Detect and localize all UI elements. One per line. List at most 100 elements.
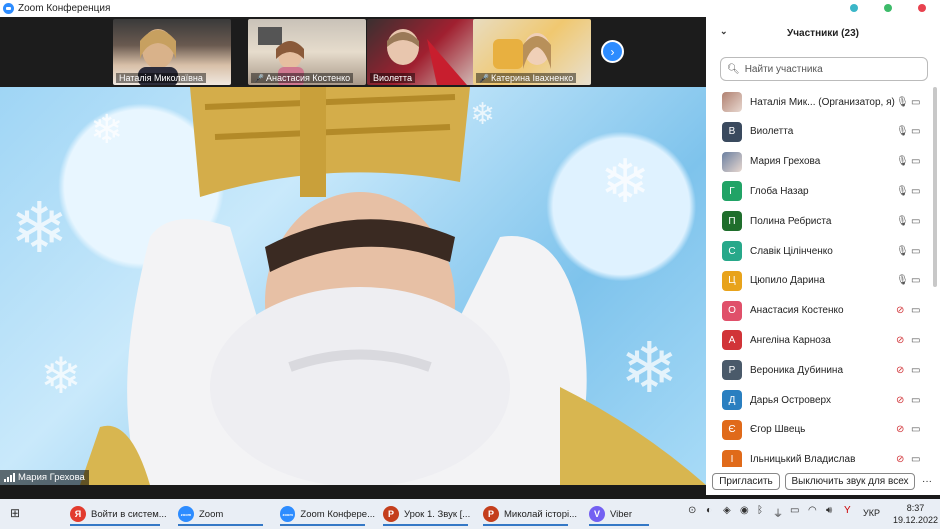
participant-name: Вероника Дубинина <box>750 364 844 376</box>
camera-icon[interactable]: ▭ <box>911 305 920 316</box>
taskbar-app-button[interactable]: zoom Zoom <box>178 502 273 526</box>
camera-icon[interactable]: ▭ <box>911 395 920 406</box>
camera-icon[interactable]: ▭ <box>911 216 920 227</box>
wifi-icon[interactable]: ◠ <box>808 505 817 516</box>
camera-icon[interactable]: ▭ <box>911 275 920 286</box>
panel-title: Участники (23) <box>787 27 859 39</box>
active-indicator <box>70 524 160 526</box>
system-tray-icon[interactable]: ◈ <box>723 505 731 516</box>
active-indicator <box>483 524 568 526</box>
more-options-button[interactable]: ··· <box>919 473 935 490</box>
mic-muted-icon: 🎤 <box>479 74 489 83</box>
bluetooth-icon[interactable]: ᛒ <box>757 505 763 516</box>
thumbnail-video[interactable]: Наталія Миколаївна <box>113 19 231 85</box>
scrollbar[interactable] <box>933 87 937 287</box>
usb-icon[interactable]: ⏚ <box>773 505 783 520</box>
mic-muted-icon[interactable]: ⊘ <box>896 305 904 316</box>
mic-muted-icon[interactable]: ⊘ <box>896 365 904 376</box>
language-indicator[interactable]: УКР <box>863 508 880 518</box>
participants-panel: ⌄ Участники (23) 🔍︎ Найти участника Ната… <box>706 17 940 495</box>
mic-icon[interactable]: 🎙︎ <box>896 97 909 108</box>
camera-icon[interactable]: ▭ <box>911 424 920 435</box>
thumbnail-video[interactable]: 🎤 Катерина Івахненко <box>473 19 591 85</box>
camera-icon[interactable]: ▭ <box>911 126 920 137</box>
avatar <box>722 151 742 172</box>
participant-row[interactable]: Мария Грехова 🎙︎ ▭ <box>706 147 936 177</box>
participant-name: Виолетта <box>750 126 794 138</box>
system-tray-icon[interactable]: ⊙ <box>688 505 696 516</box>
camera-icon[interactable]: ▭ <box>911 335 920 346</box>
camera-icon[interactable]: ▭ <box>911 246 920 257</box>
camera-icon[interactable]: ▭ <box>911 156 920 167</box>
participant-row[interactable]: Ц Цюпило Дарина 🎙︎ ▭ <box>706 266 936 296</box>
invite-button[interactable]: Пригласить <box>712 473 780 490</box>
camera-icon[interactable]: ▭ <box>911 454 920 465</box>
battery-icon[interactable]: ▭ <box>790 505 799 516</box>
main-video[interactable]: ❄ ❄ ❄ ❄ ❄ ❄ Мария Грехова <box>0 87 706 485</box>
volume-icon[interactable]: 🔊︎ <box>826 505 832 516</box>
mic-muted-icon: 🎤 <box>254 74 264 83</box>
mic-icon[interactable]: 🎙︎ <box>896 126 909 137</box>
taskbar-app-button[interactable]: P Миколай історі... <box>483 502 578 526</box>
mic-icon[interactable]: 🎙︎ <box>896 186 909 197</box>
system-tray-icon[interactable]: ◐ <box>706 505 712 516</box>
taskbar-app-button[interactable]: V Viber <box>589 502 659 526</box>
system-tray-icon[interactable]: ◉ <box>740 505 749 516</box>
clock[interactable]: 8:37 19.12.2022 <box>893 502 938 526</box>
participant-row[interactable]: Д Дарья Островерх ⊘ ▭ <box>706 385 936 415</box>
mic-icon[interactable]: 🎙︎ <box>896 156 909 167</box>
avatar: В <box>722 121 742 142</box>
mic-icon[interactable]: 🎙︎ <box>896 246 909 257</box>
thumbnail-name: Виолетта <box>370 73 415 83</box>
participant-row[interactable]: Р Вероника Дубинина ⊘ ▭ <box>706 355 936 385</box>
next-page-button[interactable]: › <box>601 40 624 63</box>
taskbar-app-button[interactable]: zoom Zoom Конфере... <box>280 502 375 526</box>
camera-icon[interactable]: ▭ <box>911 97 920 108</box>
mic-muted-icon[interactable]: ⊘ <box>896 335 904 346</box>
participant-row[interactable]: О Анастасия Костенко ⊘ ▭ <box>706 296 936 326</box>
avatar: Г <box>722 181 742 202</box>
window-title: Zoom Конференция <box>18 3 111 14</box>
thumbnail-name: 🎤 Анастасия Костенко <box>251 73 354 83</box>
taskbar-app-button[interactable]: P Урок 1. Звук [... <box>383 502 478 526</box>
camera-icon[interactable]: ▭ <box>911 365 920 376</box>
video-stage: Наталія Миколаївна 🎤 Анастасия Костенко В… <box>0 17 706 485</box>
active-indicator <box>178 524 263 526</box>
avatar: Р <box>722 360 742 381</box>
chevron-down-icon[interactable]: ⌄ <box>720 26 728 37</box>
participant-row[interactable]: Є Єгор Швець ⊘ ▭ <box>706 415 936 445</box>
speaker-figure <box>80 87 706 485</box>
participant-row[interactable]: І Ільницький Владислав ⊘ ▭ <box>706 445 936 467</box>
avatar: Є <box>722 419 742 440</box>
mic-icon[interactable]: 🎙︎ <box>896 216 909 227</box>
active-indicator <box>383 524 468 526</box>
browser-tray-icon[interactable]: Y <box>844 505 851 516</box>
participant-row[interactable]: Г Глоба Назар 🎙︎ ▭ <box>706 176 936 206</box>
thumbnail-video[interactable]: Виолетта <box>367 19 485 85</box>
participant-row[interactable]: С Славік Цілінченко 🎙︎ ▭ <box>706 236 936 266</box>
search-input[interactable]: 🔍︎ Найти участника <box>720 57 928 81</box>
participant-row[interactable]: А Ангеліна Карноза ⊘ ▭ <box>706 325 936 355</box>
close-button[interactable] <box>918 4 926 12</box>
windows-taskbar: ⊞ Я Войти в систем... zoom Zoom zoom Zoom Кон… <box>0 499 940 529</box>
participant-row[interactable]: Наталія Мик... (Организатор, я) 🎙︎ ▭ <box>706 87 936 117</box>
mic-muted-icon[interactable]: ⊘ <box>896 454 904 465</box>
thumbnail-name: Наталія Миколаївна <box>116 73 206 83</box>
clock-date: 19.12.2022 <box>893 515 939 525</box>
mic-icon[interactable]: 🎙︎ <box>896 275 909 286</box>
maximize-button[interactable] <box>884 4 892 12</box>
mic-muted-icon[interactable]: ⊘ <box>896 424 904 435</box>
camera-icon[interactable]: ▭ <box>911 186 920 197</box>
thumbnail-video[interactable]: 🎤 Анастасия Костенко <box>248 19 366 85</box>
app-icon: P <box>483 506 499 522</box>
app-label: Zoom Конфере... <box>300 508 375 520</box>
participant-row[interactable]: В Виолетта 🎙︎ ▭ <box>706 117 936 147</box>
taskbar-app-button[interactable]: Я Войти в систем... <box>70 502 170 526</box>
participant-row[interactable]: П Полина Ребриста 🎙︎ ▭ <box>706 206 936 236</box>
mute-all-button[interactable]: Выключить звук для всех <box>785 473 915 490</box>
minimize-button[interactable] <box>850 4 858 12</box>
start-menu-icon[interactable]: ⊞ <box>10 506 20 520</box>
app-label: Viber <box>610 508 633 520</box>
mic-muted-icon[interactable]: ⊘ <box>896 395 904 406</box>
panel-footer: Пригласить Выключить звук для всех ··· <box>706 469 940 495</box>
